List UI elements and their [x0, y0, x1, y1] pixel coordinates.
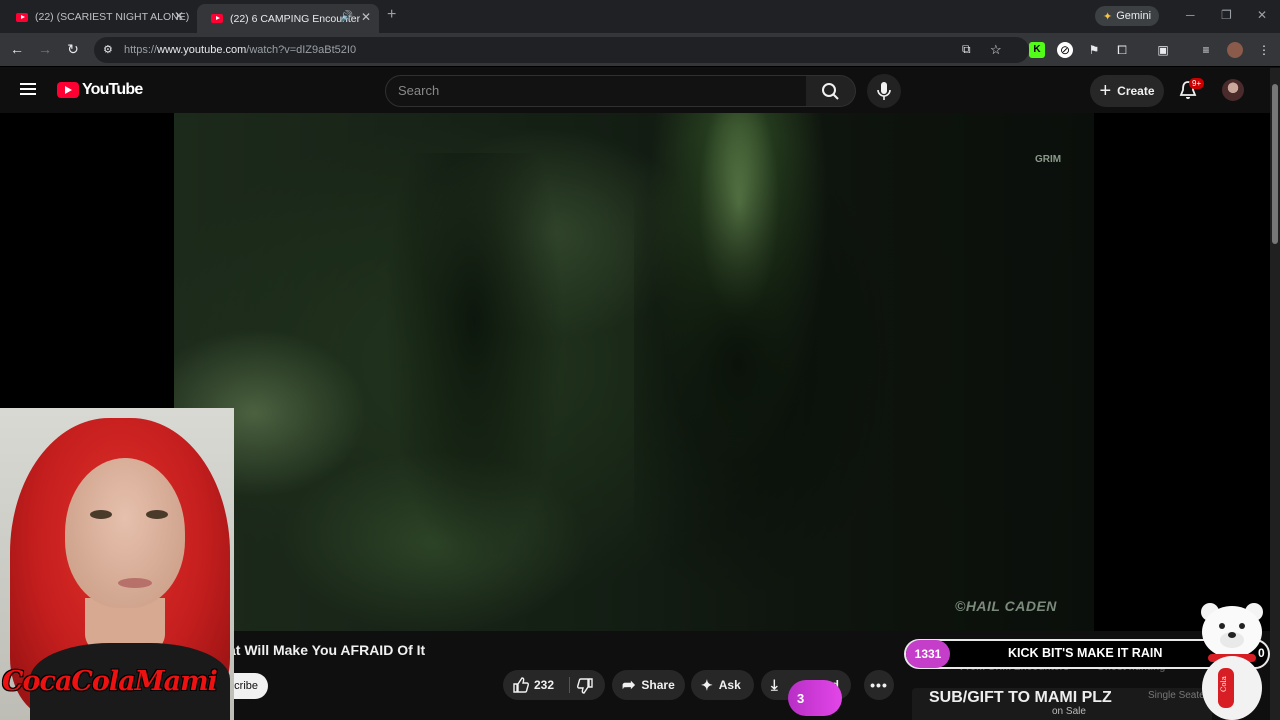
webcam-eye [146, 510, 168, 519]
maximize-icon[interactable]: ❐ [1221, 8, 1232, 22]
profile-avatar-icon[interactable] [1227, 42, 1243, 58]
plus-icon: + [1099, 80, 1112, 102]
video-frame[interactable] [174, 113, 1094, 631]
share-button[interactable]: ➦ Share [612, 670, 685, 700]
address-bar[interactable]: ⚙ https://www.youtube.com/watch?v=dIZ9aB… [94, 37, 1029, 63]
like-dislike-group: 232 [503, 670, 605, 700]
kick-goal-text: KICK BIT'S MAKE IT RAIN [1008, 646, 1163, 660]
search-icon [822, 83, 839, 100]
scrollbar-thumb[interactable] [1272, 84, 1278, 244]
reload-icon[interactable]: ↻ [64, 41, 82, 58]
streamer-name: CocaColaMami [2, 666, 218, 697]
sub-goal-text: SUB/GIFT TO MAMI PLZ [929, 689, 1112, 706]
sub-goal-count-badge: 3 [788, 680, 842, 716]
search-box [385, 75, 807, 107]
extensions-puzzle-icon[interactable]: ⧠ [1114, 42, 1130, 58]
youtube-logo-text: YouTube [82, 81, 143, 98]
kick-extension-icon[interactable]: K [1029, 42, 1045, 58]
voice-search-button[interactable] [867, 74, 901, 108]
browser-tab-bar: (22) (SCARIEST NIGHT ALONE) ✕ (22) 6 CAM… [0, 0, 1280, 33]
bookmark-star-icon[interactable]: ☆ [990, 42, 1002, 58]
account-avatar[interactable] [1222, 79, 1244, 101]
youtube-masthead: YouTube + Create 9+ [0, 68, 1270, 113]
media-controls-icon[interactable]: ≡ [1198, 42, 1214, 58]
sparkle-icon: ✦ [701, 676, 713, 693]
notification-badge: 9+ [1189, 78, 1205, 89]
browser-tab-camping-encounter[interactable]: (22) 6 CAMPING Encounter 🔊 ✕ [197, 4, 379, 33]
subscribe-label: cribe [234, 680, 258, 692]
share-label: Share [641, 678, 675, 692]
audio-playing-icon[interactable]: 🔊 [341, 11, 353, 22]
search-input[interactable] [398, 83, 788, 98]
on-sale-label: on Sale [1052, 706, 1086, 717]
youtube-favicon-icon [16, 12, 28, 22]
back-icon[interactable]: ← [8, 41, 26, 57]
youtube-favicon-icon [211, 14, 223, 23]
youtube-logo[interactable]: YouTube [57, 81, 143, 99]
youtube-play-icon [57, 82, 79, 98]
like-count[interactable]: 232 [534, 678, 554, 692]
menu-icon[interactable] [20, 83, 36, 95]
site-info-icon[interactable]: ⚙ [103, 43, 113, 56]
gemini-sparkle-icon: ✦ [1103, 10, 1113, 23]
gemini-button[interactable]: ✦ Gemini [1095, 6, 1160, 26]
like-divider [569, 677, 570, 693]
share-arrow-icon: ➦ [622, 677, 636, 694]
video-title: at Will Make You AFRAID Of It [228, 642, 426, 658]
grim-watermark: GRIM [1034, 154, 1062, 165]
gemini-label: Gemini [1116, 10, 1152, 22]
new-tab-icon[interactable]: + [387, 6, 396, 24]
chrome-menu-icon[interactable]: ⋮ [1256, 42, 1272, 58]
thumbs-down-icon[interactable] [575, 676, 595, 696]
browser-tab-scariest-night[interactable]: (22) (SCARIEST NIGHT ALONE) ✕ [2, 5, 192, 29]
webcam-lips [118, 578, 152, 588]
close-window-icon[interactable]: ✕ [1257, 8, 1267, 22]
polar-bear-mascot-icon: Cola [1201, 603, 1263, 720]
more-dots-icon: ••• [870, 677, 888, 693]
hail-caden-watermark: ©HAIL CADEN [955, 598, 1057, 614]
sub-count: 3 [797, 690, 805, 706]
more-actions-button[interactable]: ••• [864, 670, 894, 700]
webcam-eye [90, 510, 112, 519]
extension-pin-icon[interactable]: ⚑ [1086, 42, 1102, 58]
close-tab-icon[interactable]: ✕ [174, 9, 184, 23]
extension-circle-icon[interactable]: ⊘ [1057, 42, 1073, 58]
kick-bits-count: 1331 [906, 640, 950, 668]
thumbs-up-icon[interactable] [511, 675, 531, 695]
video-tree-silhouette [634, 123, 894, 603]
download-icon: ⤓ [771, 676, 778, 694]
create-button[interactable]: + Create [1090, 75, 1164, 107]
forward-icon[interactable]: → [36, 41, 54, 57]
ask-label: Ask [718, 678, 741, 692]
url-text[interactable]: https://www.youtube.com/watch?v=dIZ9aBt5… [124, 44, 356, 56]
tab-search-icon[interactable]: ▣ [1155, 42, 1171, 58]
minimize-icon[interactable]: ─ [1186, 8, 1195, 22]
close-tab-icon[interactable]: ✕ [361, 10, 371, 24]
create-label: Create [1117, 84, 1155, 98]
install-app-icon[interactable]: ⧉ [962, 42, 971, 57]
tab-title: (22) (SCARIEST NIGHT ALONE) [35, 11, 190, 23]
search-button[interactable] [806, 75, 856, 107]
browser-toolbar: ← → ↻ ⚙ https://www.youtube.com/watch?v=… [0, 33, 1280, 67]
svg-text:Cola: Cola [1220, 676, 1228, 692]
ask-button[interactable]: ✦ Ask [691, 670, 754, 700]
microphone-icon [877, 82, 891, 100]
video-tree-silhouette [384, 153, 564, 573]
